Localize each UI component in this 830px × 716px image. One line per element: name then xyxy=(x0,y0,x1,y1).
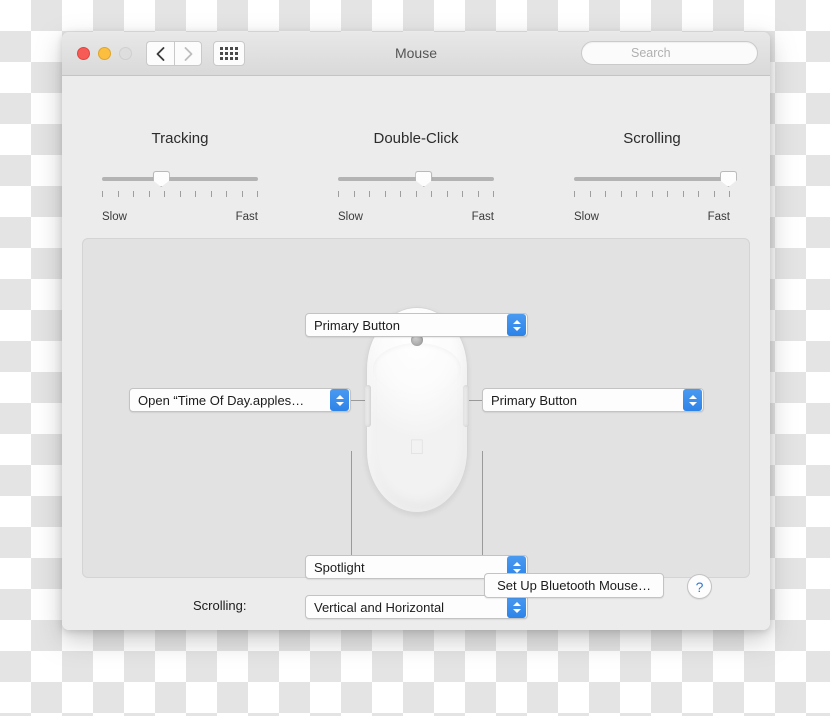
chevron-updown-icon[interactable] xyxy=(330,389,349,411)
apple-logo-icon:  xyxy=(366,437,468,458)
slider-track[interactable] xyxy=(574,177,730,181)
scrolling-slider[interactable] xyxy=(574,169,737,207)
side-button-left xyxy=(365,385,371,427)
slider-title-tracking: Tracking xyxy=(151,130,209,147)
mouse-config-panel:  Primary Button Open “Time Of Day.apple… xyxy=(82,238,750,619)
slider-title-double-click: Double-Click xyxy=(373,130,459,147)
slider-min-label: Slow xyxy=(574,211,599,223)
leader-line-bottom-left xyxy=(351,451,352,555)
tracking-slider[interactable] xyxy=(102,169,258,207)
popup-bottom-value: Spotlight xyxy=(314,559,365,575)
slider-thumb-double-click[interactable] xyxy=(415,171,433,187)
leader-line-bottom-right xyxy=(482,451,483,555)
popup-right-button[interactable]: Primary Button xyxy=(482,388,704,412)
chevron-updown-icon[interactable] xyxy=(683,389,702,411)
slider-ticks xyxy=(338,191,494,197)
popup-right-value: Primary Button xyxy=(491,392,577,408)
help-button[interactable]: ? xyxy=(687,574,712,599)
mouse-preferences-window: Mouse Tracking xyxy=(62,32,770,630)
search-field[interactable] xyxy=(581,41,770,65)
popup-top-button[interactable]: Primary Button xyxy=(305,313,528,337)
slider-title-scrolling: Scrolling xyxy=(623,130,681,147)
slider-labels: Slow Fast xyxy=(338,211,494,223)
slider-thumb-tracking[interactable] xyxy=(152,171,170,187)
slider-ticks xyxy=(102,191,258,197)
slider-max-label: Fast xyxy=(707,211,730,223)
slider-thumb-scrolling[interactable] xyxy=(719,171,737,187)
slider-group-scrolling: Scrolling Slow Fast xyxy=(534,130,770,223)
window-titlebar: Mouse xyxy=(62,32,770,76)
scrolling-field-label: Scrolling: xyxy=(193,598,247,613)
screenshot-root: Mouse Tracking xyxy=(0,0,830,716)
slider-labels: Slow Fast xyxy=(574,211,730,223)
slider-track[interactable] xyxy=(102,177,258,181)
popup-top-value: Primary Button xyxy=(314,317,400,333)
slider-group-tracking: Tracking Slow Fast xyxy=(62,130,298,223)
preferences-body: Tracking Slow Fast Double-Click Slow Fas… xyxy=(62,76,770,630)
slider-max-label: Fast xyxy=(235,211,258,223)
mouse-illustration:  xyxy=(365,307,469,513)
slider-group-double-click: Double-Click Slow Fast xyxy=(298,130,534,223)
slider-max-label: Fast xyxy=(471,211,494,223)
popup-scrolling-value: Vertical and Horizontal xyxy=(314,599,445,615)
mouse-top-seam xyxy=(373,343,461,395)
slider-ticks xyxy=(574,191,730,197)
double-click-slider[interactable] xyxy=(338,169,494,207)
popup-scrolling-button[interactable]: Vertical and Horizontal xyxy=(305,595,528,619)
chevron-updown-icon[interactable] xyxy=(507,596,526,618)
search-input[interactable] xyxy=(631,46,770,60)
set-up-bluetooth-mouse-button[interactable]: Set Up Bluetooth Mouse… xyxy=(484,573,664,598)
sliders-row: Tracking Slow Fast Double-Click Slow Fas… xyxy=(62,130,770,223)
slider-labels: Slow Fast xyxy=(102,211,258,223)
slider-min-label: Slow xyxy=(338,211,363,223)
popup-left-button[interactable]: Open “Time Of Day.apples… xyxy=(129,388,351,412)
side-button-right xyxy=(463,385,469,427)
chevron-updown-icon[interactable] xyxy=(507,314,526,336)
slider-min-label: Slow xyxy=(102,211,127,223)
popup-left-value: Open “Time Of Day.apples… xyxy=(138,392,305,408)
